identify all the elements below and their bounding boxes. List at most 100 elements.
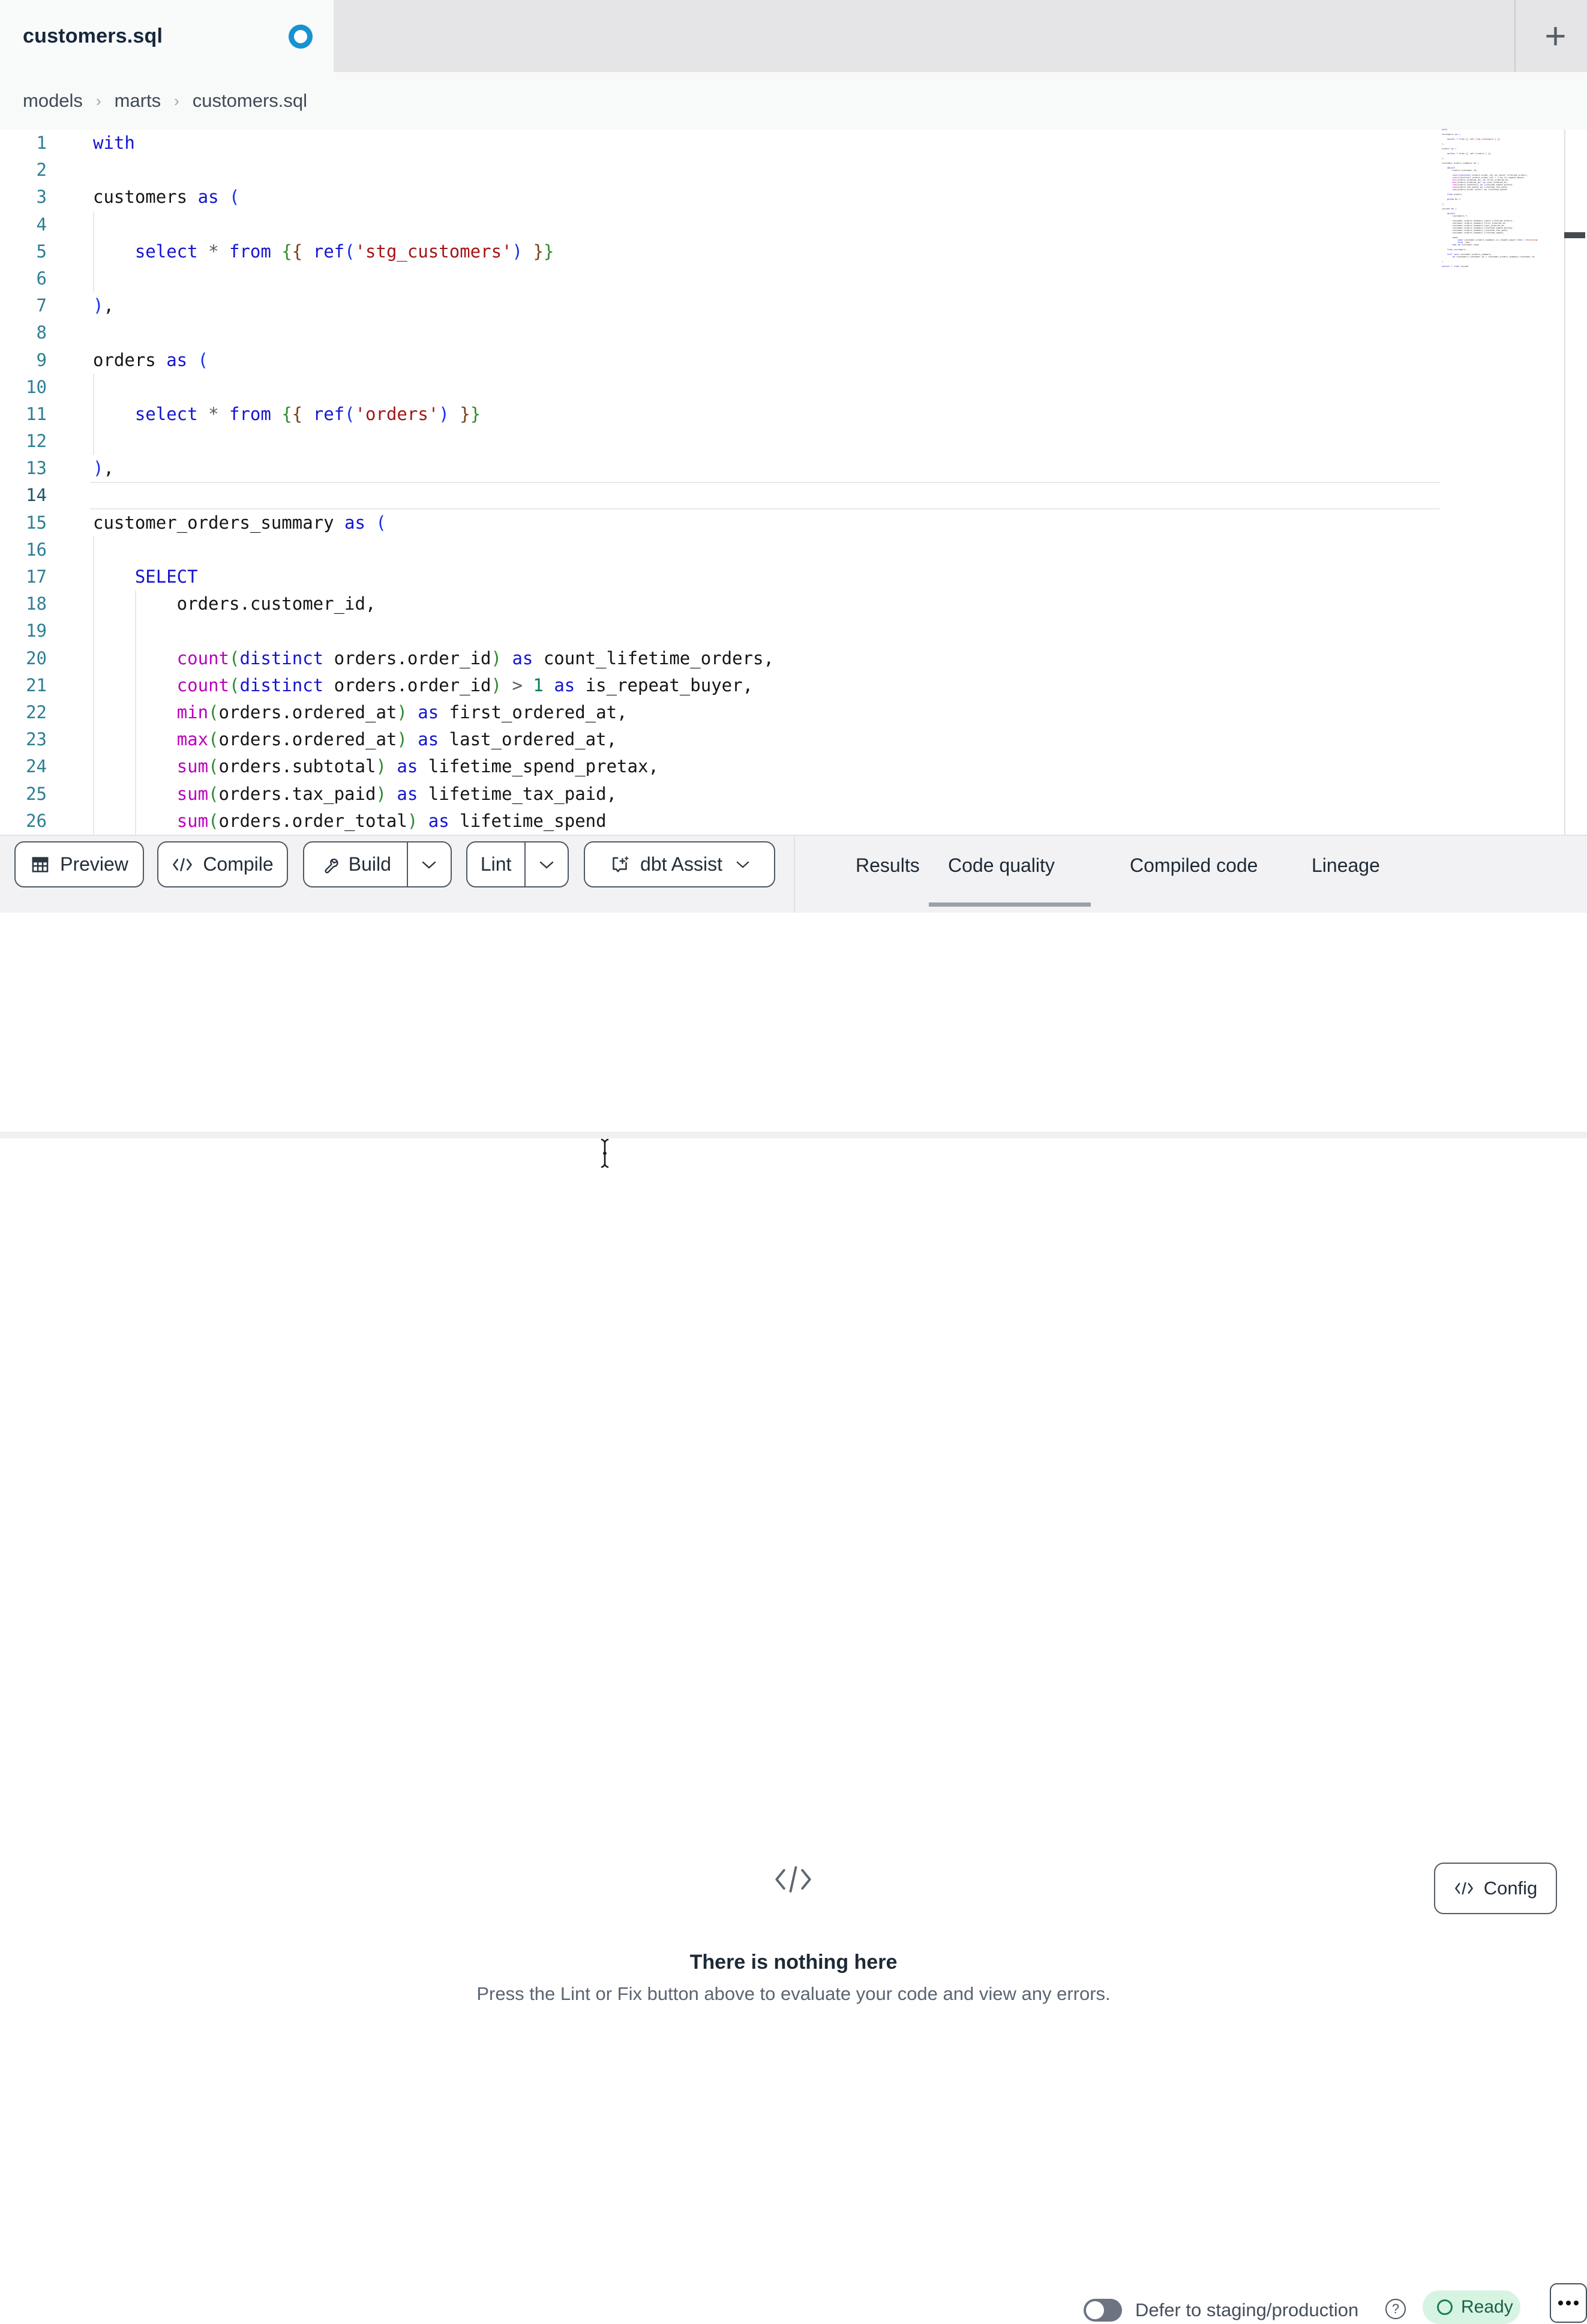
lint-button[interactable]: Lint	[467, 842, 524, 886]
code-line-10[interactable]: 10	[0, 373, 1587, 401]
chevron-down-icon	[736, 860, 750, 869]
chevron-right-icon: ›	[174, 91, 179, 110]
empty-state-heading: There is nothing here	[689, 1951, 898, 1974]
tab-compiled-code[interactable]: Compiled code	[1130, 854, 1258, 877]
ready-status-badge: Ready	[1423, 2290, 1520, 2324]
status-circle-icon	[1437, 2299, 1453, 2315]
line-number: 21	[26, 674, 47, 695]
breadcrumb: models › marts › customers.sql	[23, 72, 307, 130]
code-line-13[interactable]: 13),	[0, 455, 1587, 482]
code-line-11[interactable]: 11 select * from {{ ref('orders') }}	[0, 400, 1587, 428]
code-line-26[interactable]: 26 sum(orders.order_total) as lifetime_s…	[0, 807, 1587, 835]
build-dropdown-button[interactable]	[406, 842, 451, 886]
code-line-14[interactable]: 14	[0, 482, 1587, 509]
editor-lines: 1 with 2 3 customers as (4 5 select * from {{…	[0, 130, 1587, 835]
current-line-highlight	[90, 482, 1440, 509]
code-line-5[interactable]: 5 select * from {{ ref('stg_customers') …	[0, 238, 1587, 265]
code-text: sum(orders.tax_paid) as lifetime_tax_pai…	[176, 783, 617, 804]
ready-label: Ready	[1461, 2297, 1513, 2317]
line-number: 14	[26, 485, 47, 506]
tab-code-quality[interactable]: Code quality	[948, 854, 1055, 877]
code-line-22[interactable]: 22 min(orders.ordered_at) as first_order…	[0, 698, 1587, 727]
editor-minimap[interactable]: with customers as ( select * from {{ ref…	[1442, 128, 1538, 270]
indent-guide	[93, 428, 94, 455]
line-number: 6	[36, 268, 47, 289]
indent-guide	[93, 617, 94, 645]
build-button[interactable]: Build	[304, 842, 407, 886]
more-options-button[interactable]	[1550, 2283, 1587, 2323]
code-line-19[interactable]: 19	[0, 617, 1587, 645]
line-number: 23	[26, 729, 47, 750]
line-number: 1	[36, 133, 47, 153]
defer-toggle[interactable]	[1084, 2299, 1122, 2322]
tab-customers-sql[interactable]: customers.sql	[0, 0, 334, 72]
panel-divider	[0, 1132, 1587, 1138]
line-number: 26	[26, 810, 47, 831]
tab-results[interactable]: Results	[856, 854, 920, 877]
active-tab-underline	[929, 902, 1091, 907]
code-line-23[interactable]: 23 max(orders.ordered_at) as last_ordere…	[0, 726, 1587, 754]
code-text: customers as (	[93, 187, 240, 208]
code-line-12[interactable]: 12	[0, 428, 1587, 455]
compile-button[interactable]: Compile	[157, 841, 288, 887]
code-line-15[interactable]: 15 customer_orders_summary as (	[0, 509, 1587, 536]
wrench-icon	[320, 855, 339, 874]
code-line-20[interactable]: 20 count(distinct orders.order_id) as co…	[0, 644, 1587, 672]
breadcrumb-item-marts[interactable]: marts	[115, 90, 161, 112]
code-text: sum(orders.order_total) as lifetime_spen…	[176, 810, 607, 831]
code-line-16[interactable]: 16	[0, 536, 1587, 563]
preview-button[interactable]: Preview	[14, 841, 144, 887]
tab-lineage[interactable]: Lineage	[1312, 854, 1380, 877]
code-line-17[interactable]: 17 SELECT	[0, 563, 1587, 591]
line-number: 22	[26, 701, 47, 722]
breadcrumb-item-models[interactable]: models	[23, 90, 83, 112]
code-line-18[interactable]: 18 orders.customer_id,	[0, 590, 1587, 618]
line-number: 15	[26, 512, 47, 533]
dbt-assist-button[interactable]: dbt Assist	[584, 841, 775, 887]
line-number: 20	[26, 647, 47, 668]
code-line-25[interactable]: 25 sum(orders.tax_paid) as lifetime_tax_…	[0, 780, 1587, 808]
code-text: SELECT	[134, 566, 198, 587]
code-text: min(orders.ordered_at) as first_ordered_…	[176, 701, 628, 722]
code-line-9[interactable]: 9 orders as (	[0, 347, 1587, 374]
code-text: max(orders.ordered_at) as last_ordered_a…	[176, 729, 617, 750]
help-icon[interactable]: ?	[1385, 2299, 1406, 2319]
line-number: 2	[36, 160, 47, 181]
code-line-8[interactable]: 8	[0, 319, 1587, 346]
indent-guide	[93, 211, 94, 238]
code-editor[interactable]: 1 with 2 3 customers as (4 5 select * from {{…	[0, 130, 1587, 835]
toggle-knob	[1086, 2301, 1104, 2319]
line-number: 10	[26, 376, 47, 397]
code-line-3[interactable]: 3 customers as (	[0, 184, 1587, 211]
code-line-7[interactable]: 7),	[0, 292, 1587, 319]
dbt-assist-label: dbt Assist	[640, 853, 722, 875]
code-icon	[172, 856, 193, 874]
code-line-2[interactable]: 2	[0, 157, 1587, 184]
code-text: orders.customer_id,	[93, 593, 376, 614]
line-number: 9	[36, 349, 47, 370]
code-line-4[interactable]: 4	[0, 211, 1587, 238]
chevron-down-icon	[421, 860, 437, 869]
code-line-6[interactable]: 6	[0, 265, 1587, 293]
code-line-24[interactable]: 24 sum(orders.subtotal) as lifetime_spen…	[0, 753, 1587, 781]
defer-label: Defer to staging/production	[1135, 2299, 1359, 2320]
new-tab-button[interactable]: +	[1524, 0, 1587, 72]
code-line-21[interactable]: 21 count(distinct orders.order_id) > 1 a…	[0, 671, 1587, 699]
code-text: customer_orders_summary as (	[93, 512, 386, 533]
line-number: 19	[26, 620, 47, 641]
code-icon	[1454, 1881, 1474, 1896]
code-text: count(distinct orders.order_id) > 1 as i…	[176, 674, 754, 695]
code-line-1[interactable]: 1 with	[0, 130, 1587, 157]
line-number: 8	[36, 322, 47, 343]
line-number: 3	[36, 187, 47, 208]
lint-split-button: Lint	[466, 841, 569, 887]
empty-state-subtext: Press the Lint or Fix button above to ev…	[476, 1983, 1111, 2004]
config-button[interactable]: Config	[1434, 1863, 1557, 1914]
action-toolbar: Preview Compile Build Lint dbt Assist Re…	[0, 835, 1587, 914]
toolbar-divider	[794, 836, 795, 914]
build-label: Build	[348, 853, 391, 875]
lint-dropdown-button[interactable]	[524, 842, 568, 886]
tabstrip-divider	[1514, 0, 1516, 72]
assist-sparkle-chat-icon	[609, 854, 631, 875]
line-number: 17	[26, 566, 47, 587]
